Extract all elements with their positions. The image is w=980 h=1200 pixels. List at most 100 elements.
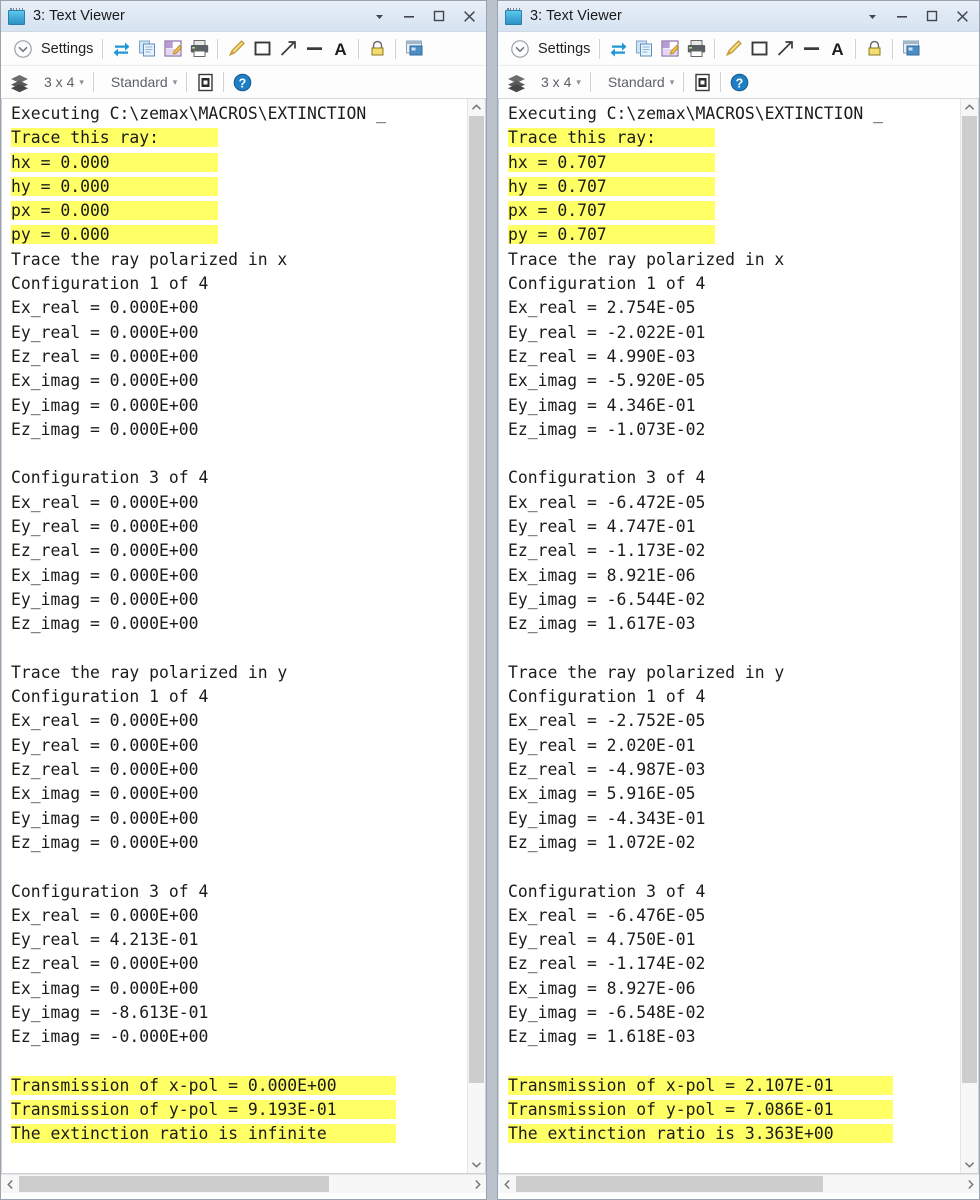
close-icon[interactable] [454,2,484,30]
copy-icon[interactable] [631,36,657,62]
text-line: Ey_real = 2.020E-01 [508,735,696,755]
status-strip [1,1193,486,1199]
window-icon[interactable] [401,36,427,62]
chevron-up-icon[interactable] [468,99,485,116]
maximize-icon[interactable] [917,2,947,30]
vertical-scrollbar[interactable] [960,99,978,1173]
line-icon[interactable] [301,36,327,62]
toolbar-separator [186,72,188,92]
chevron-right-icon[interactable] [961,1175,979,1193]
svg-text:A: A [334,40,346,59]
text-line: Ey_real = 0.000E+00 [11,322,199,342]
settings-button[interactable]: Settings [6,35,97,63]
horizontal-scroll-thumb[interactable] [516,1176,824,1192]
maximize-icon[interactable] [424,2,454,30]
text-line: Ey_real = 0.000E+00 [11,517,199,537]
rectangle-icon[interactable] [746,36,772,62]
layers-icon[interactable] [503,69,529,95]
print-icon[interactable] [683,36,709,62]
style-dropdown[interactable]: Standard ▾ [99,68,181,96]
chevron-down-icon[interactable] [961,1156,978,1173]
text-line: px = 0.707 [508,199,960,223]
chevron-up-icon[interactable] [961,99,978,116]
window-icon[interactable] [898,36,924,62]
horizontal-scroll-thumb[interactable] [19,1176,329,1192]
pencil-icon[interactable] [720,36,746,62]
highlighted-text: Transmission of x-pol = 0.000E+00 [11,1075,396,1095]
chevron-right-icon[interactable] [468,1175,486,1193]
highlighted-text: hy = 0.000 [11,176,219,196]
text-line: Ez_imag = 1.618E-03 [508,1027,696,1047]
minimize-icon[interactable] [394,2,424,30]
help-icon[interactable]: ? [229,69,255,95]
toolbar-secondary: 3 x 4 ▾ Standard ▾ ? [498,66,979,99]
lock-icon[interactable] [364,36,390,62]
title-bar[interactable]: 3: Text Viewer [498,1,979,32]
grid-size-dropdown[interactable]: 3 x 4 ▾ [529,68,585,96]
text-line: Ey_real = 4.750E-01 [508,930,696,950]
page-setup-icon[interactable] [689,69,715,95]
refresh-icon[interactable] [108,36,134,62]
arrow-icon[interactable] [275,36,301,62]
chevron-down-icon: ▾ [669,76,675,87]
title-bar[interactable]: 3: Text Viewer [1,1,486,32]
text-icon[interactable]: A [327,36,353,62]
text-line: Trace the ray polarized in x [11,249,288,269]
rectangle-icon[interactable] [249,36,275,62]
text-line [508,1050,960,1074]
vertical-scroll-track[interactable] [961,116,978,1156]
notepad-icon [505,7,522,25]
pencil-icon[interactable] [223,36,249,62]
horizontal-scroll-track[interactable] [19,1175,468,1193]
vertical-scroll-track[interactable] [468,116,485,1156]
settings-label: Settings [538,40,591,57]
text-line: Executing C:\zemax\MACROS\EXTINCTION _ [508,104,883,123]
dropdown-caret-icon[interactable] [364,2,394,30]
toolbar-separator [855,38,857,59]
lock-icon[interactable] [861,36,887,62]
layers-icon[interactable] [6,69,32,95]
chevron-left-icon[interactable] [1,1175,19,1193]
text-line: Ez_imag = -1.073E-02 [508,419,706,439]
minimize-icon[interactable] [887,2,917,30]
grid-size-dropdown[interactable]: 3 x 4 ▾ [32,68,88,96]
text-line: Trace the ray polarized in y [508,662,785,682]
text-line: hy = 0.000 [11,175,467,199]
line-icon[interactable] [798,36,824,62]
style-dropdown[interactable]: Standard ▾ [596,68,678,96]
text-line: Ey_imag = -4.343E-01 [508,808,706,828]
text-viewer-pane[interactable]: Executing C:\zemax\MACROS\EXTINCTION _ Tr… [499,99,960,1173]
vertical-scroll-thumb[interactable] [962,116,977,1084]
text-line: Ey_real = -2.022E-01 [508,322,706,342]
horizontal-scroll-track[interactable] [516,1175,961,1193]
page-setup-icon[interactable] [192,69,218,95]
horizontal-scrollbar[interactable] [498,1174,979,1193]
dropdown-caret-icon[interactable] [857,2,887,30]
vertical-scroll-thumb[interactable] [469,116,484,1084]
status-strip [498,1193,979,1199]
chevron-down-icon[interactable] [468,1156,485,1173]
chevron-left-icon[interactable] [498,1175,516,1193]
help-icon[interactable]: ? [726,69,752,95]
print-icon[interactable] [186,36,212,62]
text-line: Ex_real = 0.000E+00 [11,298,199,318]
text-content-area: Executing C:\zemax\MACROS\EXTINCTION _ Tr… [1,99,486,1174]
toolbar-separator [599,38,601,59]
vertical-scrollbar[interactable] [467,99,485,1173]
close-icon[interactable] [947,2,977,30]
text-line: Trace the ray polarized in x [508,249,785,269]
settings-button[interactable]: Settings [503,35,594,63]
text-line: Ex_imag = -5.920E-05 [508,371,706,391]
save-icon[interactable] [657,36,683,62]
horizontal-scrollbar[interactable] [1,1174,486,1193]
toolbar-separator [892,38,894,59]
save-icon[interactable] [160,36,186,62]
text-icon[interactable]: A [824,36,850,62]
text-line: Ey_imag = 0.000E+00 [11,589,199,609]
copy-icon[interactable] [134,36,160,62]
arrow-icon[interactable] [772,36,798,62]
window-controls [364,2,484,30]
text-line: Executing C:\zemax\MACROS\EXTINCTION _ [11,104,386,123]
refresh-icon[interactable] [605,36,631,62]
text-viewer-pane[interactable]: Executing C:\zemax\MACROS\EXTINCTION _ Tr… [2,99,467,1173]
